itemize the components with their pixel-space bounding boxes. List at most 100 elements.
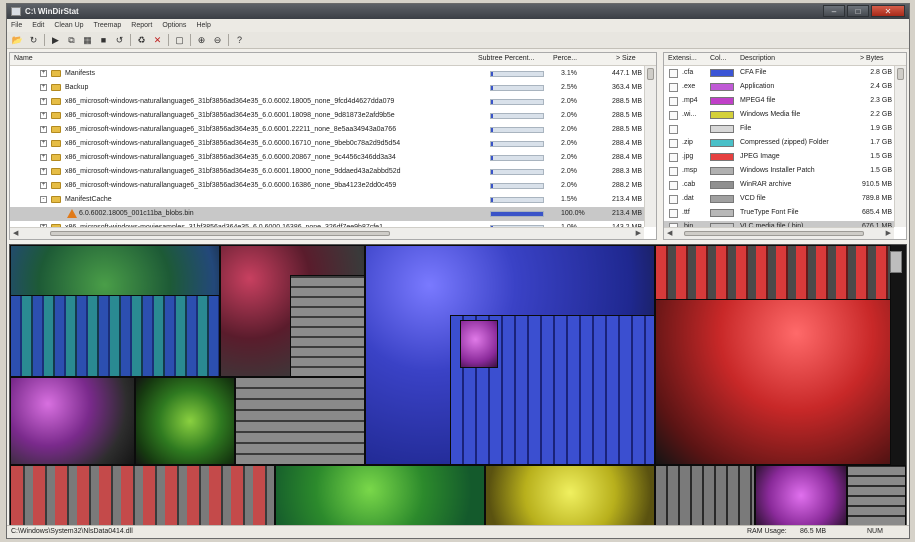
treemap-block[interactable] [755, 465, 847, 526]
explorer-icon[interactable]: ▦ [82, 35, 93, 46]
scroll-right-icon[interactable]: ▶ [886, 229, 891, 237]
menu-file[interactable]: File [11, 22, 22, 29]
expand-toggle[interactable]: + [40, 126, 47, 133]
scroll-thumb[interactable] [684, 231, 864, 236]
column-size[interactable]: > Size [616, 55, 636, 62]
extension-horizontal-scrollbar[interactable]: ◀ ▶ [664, 227, 894, 239]
tree-row[interactable]: - ManifestCache 1.5% 213.4 MB [10, 193, 644, 207]
expand-toggle[interactable]: + [40, 182, 47, 189]
directory-tree[interactable]: Name Subtree Percent... Perce... > Size … [9, 52, 657, 240]
tree-row[interactable]: + x86_microsoft-windows-naturallanguage6_… [10, 151, 644, 165]
zoom-in-icon[interactable]: ⊕ [196, 35, 207, 46]
command-prompt-icon[interactable]: ■ [98, 35, 109, 46]
tree-row[interactable]: + Manifests 3.1% 447.1 MB [10, 67, 644, 81]
extension-row[interactable]: .zip Compressed (zipped) Folder 1.7 GB [664, 137, 894, 149]
close-button[interactable]: ✕ [871, 5, 905, 17]
menu-help[interactable]: Help [196, 22, 210, 29]
treemap-block[interactable] [235, 377, 365, 465]
column-percent[interactable]: Perce... [553, 55, 577, 62]
treemap-block[interactable] [655, 465, 755, 526]
file-type-icon [669, 181, 678, 190]
tree-row[interactable]: + Backup 2.5% 363.4 MB [10, 81, 644, 95]
copy-path-icon[interactable]: ⧉ [66, 35, 77, 46]
extension-list[interactable]: Extensi... Col... Description > Bytes .c… [663, 52, 907, 240]
expand-toggle[interactable]: + [40, 140, 47, 147]
refresh-selected-icon[interactable]: ↺ [114, 35, 125, 46]
scroll-thumb[interactable] [50, 231, 390, 236]
treemap-block[interactable] [275, 465, 485, 526]
column-color[interactable]: Col... [710, 55, 726, 62]
open-icon[interactable]: 📂 [12, 35, 23, 46]
menu-edit[interactable]: Edit [32, 22, 44, 29]
treemap[interactable] [9, 244, 907, 527]
extension-row[interactable]: .ttf TrueType Font File 685.4 MB [664, 207, 894, 219]
delete-icon[interactable]: ✕ [152, 35, 163, 46]
menu-treemap[interactable]: Treemap [94, 22, 122, 29]
recycle-icon[interactable]: ♻ [136, 35, 147, 46]
folder-icon [51, 70, 61, 77]
scroll-thumb[interactable] [897, 68, 904, 80]
treemap-block[interactable] [10, 377, 135, 465]
extension-row[interactable]: .msp Windows Installer Patch 1.5 GB [664, 165, 894, 177]
tree-item-name: x86_microsoft-windows-naturallanguage6_3… [65, 182, 397, 189]
treemap-block[interactable] [847, 465, 906, 526]
scroll-left-icon[interactable]: ◀ [13, 229, 18, 237]
column-bytes[interactable]: > Bytes [860, 55, 884, 62]
tree-row[interactable]: + x86_microsoft-windows-naturallanguage6_… [10, 95, 644, 109]
refresh-icon[interactable]: ↻ [28, 35, 39, 46]
expand-toggle[interactable]: + [40, 98, 47, 105]
menu-clean-up[interactable]: Clean Up [54, 22, 83, 29]
tree-row[interactable]: + x86_microsoft-windows-naturallanguage6_… [10, 109, 644, 123]
extension-vertical-scrollbar[interactable] [894, 66, 906, 227]
extension-row[interactable]: .wi... Windows Media file 2.2 GB [664, 109, 894, 121]
file-type-icon [669, 139, 678, 148]
scroll-thumb[interactable] [647, 68, 654, 80]
expand-toggle[interactable]: + [40, 84, 47, 91]
menu-options[interactable]: Options [162, 22, 186, 29]
tree-row[interactable]: + x86_microsoft-windows-naturallanguage6_… [10, 123, 644, 137]
treemap-block[interactable] [135, 377, 235, 465]
column-description[interactable]: Description [740, 55, 775, 62]
expand-toggle[interactable]: + [40, 154, 47, 161]
tree-row[interactable]: 6.0.6002.18005_001c11ba_blobs.bin 100.0% 2… [10, 207, 644, 221]
maximize-button[interactable]: □ [847, 5, 869, 17]
scroll-right-icon[interactable]: ▶ [636, 229, 641, 237]
minimize-button[interactable]: – [823, 5, 845, 17]
properties-icon[interactable]: ▢ [174, 35, 185, 46]
help-icon[interactable]: ? [234, 35, 245, 46]
treemap-block[interactable] [485, 465, 655, 526]
tree-horizontal-scrollbar[interactable]: ◀ ▶ [10, 227, 644, 239]
treemap-block[interactable] [290, 275, 365, 377]
treemap-block[interactable] [10, 295, 220, 377]
tree-vertical-scrollbar[interactable] [644, 66, 656, 227]
expand-toggle[interactable]: - [40, 196, 47, 203]
extension-row[interactable]: .mp4 MPEG4 file 2.3 GB [664, 95, 894, 107]
scroll-left-icon[interactable]: ◀ [667, 229, 672, 237]
expand-toggle[interactable]: + [40, 168, 47, 175]
tree-row[interactable]: + x86_microsoft-windows-naturallanguage6_… [10, 179, 644, 193]
column-extension[interactable]: Extensi... [668, 55, 697, 62]
extension-row[interactable]: .cfa CFA File 2.8 GB [664, 67, 894, 79]
treemap-scroll-handle[interactable] [890, 251, 902, 273]
extension-row[interactable]: .exe Application 2.4 GB [664, 81, 894, 93]
tree-row[interactable]: + x86_microsoft-windows-naturallanguage6_… [10, 137, 644, 151]
column-subtree-percent[interactable]: Subtree Percent... [478, 55, 534, 62]
extension-row[interactable]: File 1.9 GB [664, 123, 894, 135]
extension-color-swatch [710, 125, 734, 133]
column-name[interactable]: Name [14, 55, 33, 62]
tree-item-percent: 2.0% [561, 112, 577, 119]
zoom-out-icon[interactable]: ⊖ [212, 35, 223, 46]
expand-toggle[interactable]: + [40, 112, 47, 119]
tree-row[interactable]: + x86_microsoft-windows-naturallanguage6_… [10, 165, 644, 179]
folder-icon [51, 126, 61, 133]
treemap-block[interactable] [10, 465, 275, 526]
extension-row[interactable]: .dat VCD file 789.8 MB [664, 193, 894, 205]
title-bar[interactable]: C:\ WinDirStat – □ ✕ [7, 4, 909, 19]
treemap-block[interactable] [655, 245, 891, 300]
treemap-block[interactable] [460, 320, 498, 368]
extension-row[interactable]: .cab WinRAR archive 910.5 MB [664, 179, 894, 191]
play-icon[interactable]: ▶ [50, 35, 61, 46]
expand-toggle[interactable]: + [40, 70, 47, 77]
menu-report[interactable]: Report [131, 22, 152, 29]
extension-row[interactable]: .jpg JPEG Image 1.5 GB [664, 151, 894, 163]
